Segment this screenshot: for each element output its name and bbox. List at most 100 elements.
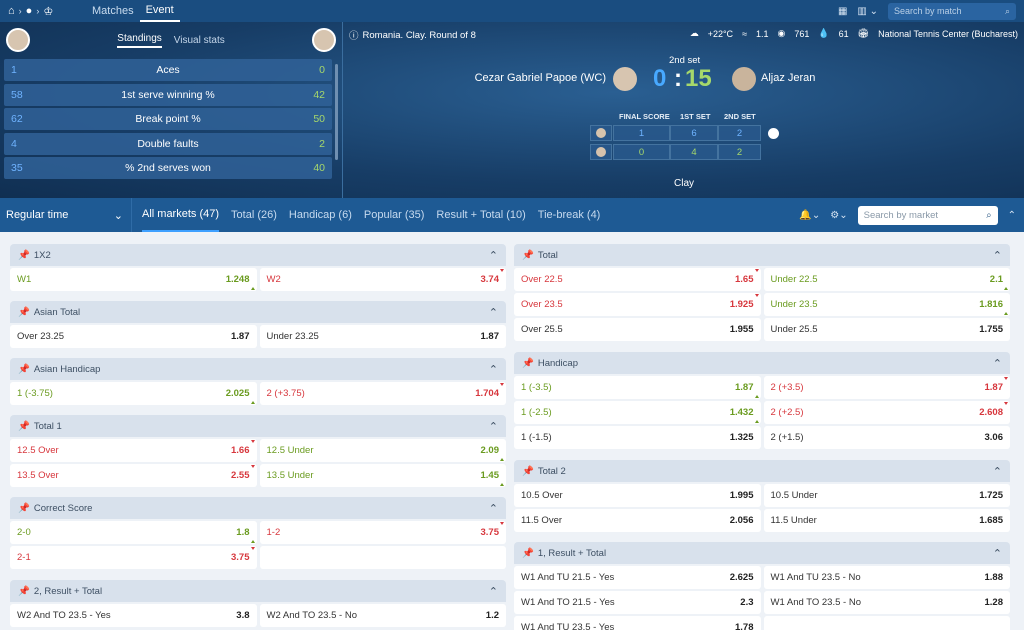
market-header[interactable]: 📌 Asian Handicap ⌃ (10, 358, 506, 380)
chevron-up-icon[interactable]: ⌃ (489, 420, 498, 433)
pin-icon[interactable]: 📌 (522, 548, 534, 559)
odds-label: W2 And TO 23.5 - Yes (17, 610, 111, 621)
market-header[interactable]: 📌 2, Result + Total ⌃ (10, 580, 506, 602)
pin-icon[interactable]: 📌 (522, 250, 534, 261)
odds-button[interactable]: W2 And TO 23.5 - Yes 3.8 (10, 604, 257, 627)
pin-icon[interactable]: 📌 (522, 358, 534, 369)
pin-icon[interactable]: 📌 (18, 364, 30, 375)
chevron-up-icon[interactable]: ⌃ (993, 357, 1002, 370)
chart-dropdown-icon[interactable]: ▥ ⌄ (857, 6, 878, 17)
trophy-icon[interactable]: ♔ (43, 5, 53, 18)
player2-name[interactable]: Aljaz Jeran (761, 72, 815, 84)
notifications-bell-icon[interactable]: 🔔⌄ (799, 210, 820, 221)
pin-icon[interactable]: 📌 (18, 421, 30, 432)
market-header[interactable]: 📌 Handicap ⌃ (514, 352, 1010, 374)
tab-tie-break[interactable]: Tie-break (4) (538, 198, 601, 232)
odds-button[interactable]: W2 3.74 (259, 268, 506, 291)
odds-cell-empty (763, 616, 1010, 630)
tab-matches[interactable]: Matches (86, 0, 140, 22)
odds-button[interactable]: 2-1 3.75 (10, 546, 257, 569)
market-header[interactable]: 📌 Total 2 ⌃ (514, 460, 1010, 482)
tab-visual-stats[interactable]: Visual stats (174, 35, 225, 46)
odds-value: 1.78 (735, 622, 754, 630)
odds-button[interactable]: 1-2 3.75 (259, 521, 506, 544)
odds-button[interactable]: 2-0 1.8 (10, 521, 257, 544)
odds-button[interactable]: 13.5 Over 2.55 (10, 464, 257, 487)
odds-button[interactable]: 2 (+2.5) 2.608 (763, 401, 1010, 424)
chevron-up-icon[interactable]: ⌃ (489, 502, 498, 515)
odds-button[interactable]: Over 23.25 1.87 (10, 325, 257, 348)
odds-button[interactable]: 2 (+3.5) 1.87 (763, 376, 1010, 399)
tab-total[interactable]: Total (26) (231, 198, 277, 232)
market-header[interactable]: 📌 Asian Total ⌃ (10, 301, 506, 323)
odds-button[interactable]: 2 (+3.75) 1.704 (259, 382, 506, 405)
odds-button[interactable]: 11.5 Under 1.685 (763, 509, 1010, 532)
sport-ball-icon[interactable]: ● (26, 5, 33, 17)
odds-button[interactable]: W1 And TO 23.5 - No 1.28 (763, 591, 1010, 614)
pin-icon[interactable]: 📌 (18, 503, 30, 514)
chevron-up-icon[interactable]: ⌃ (993, 249, 1002, 262)
tab-standings[interactable]: Standings (117, 33, 162, 48)
odds-button[interactable]: W1 1.248 (10, 268, 257, 291)
odds-value: 1.87 (735, 382, 754, 393)
search-icon[interactable]: ⌕ (986, 210, 991, 221)
pin-icon[interactable]: 📌 (18, 250, 30, 261)
odds-button[interactable]: 12.5 Over 1.66 (10, 439, 257, 462)
odds-button[interactable]: 1 (-2.5) 1.432 (514, 401, 761, 424)
pin-icon[interactable]: 📌 (522, 466, 534, 477)
stats-scrollbar[interactable] (335, 64, 338, 160)
odds-button[interactable]: W2 And TO 23.5 - No 1.2 (259, 604, 506, 627)
market-header[interactable]: 📌 Correct Score ⌃ (10, 497, 506, 519)
chevron-up-icon[interactable]: ⌃ (489, 363, 498, 376)
odds-button[interactable]: 10.5 Over 1.995 (514, 484, 761, 507)
odds-button[interactable]: 2 (+1.5) 3.06 (763, 426, 1010, 449)
odds-button[interactable]: 1 (-3.5) 1.87 (514, 376, 761, 399)
market-search-input[interactable]: Search by market ⌕ (857, 205, 998, 225)
market-header[interactable]: 📌 1, Result + Total ⌃ (514, 542, 1010, 564)
pin-icon[interactable]: 📌 (18, 586, 30, 597)
odds-button[interactable]: 13.5 Under 1.45 (259, 464, 506, 487)
odds-button[interactable]: 10.5 Under 1.725 (763, 484, 1010, 507)
odds-button[interactable]: 12.5 Under 2.09 (259, 439, 506, 462)
tab-result-total[interactable]: Result + Total (10) (436, 198, 525, 232)
odds-button[interactable]: Over 25.5 1.955 (514, 318, 761, 341)
pin-icon[interactable]: 📌 (18, 307, 30, 318)
odds-button[interactable]: Under 22.5 2.1 (763, 268, 1010, 291)
home-icon[interactable]: ⌂ (8, 5, 15, 17)
odds-button[interactable]: Under 23.25 1.87 (259, 325, 506, 348)
chevron-up-icon[interactable]: ⌃ (993, 465, 1002, 478)
humidity-icon: 💧 (818, 28, 830, 38)
odds-button[interactable]: W1 And TU 21.5 - Yes 2.625 (514, 566, 761, 589)
odds-button[interactable]: 11.5 Over 2.056 (514, 509, 761, 532)
player2-avatar (312, 28, 336, 52)
chevron-up-icon[interactable]: ⌃ (489, 249, 498, 262)
tab-event[interactable]: Event (139, 0, 180, 22)
field-view-icon[interactable]: ▦ (838, 6, 847, 17)
tab-handicap[interactable]: Handicap (6) (289, 198, 352, 232)
tab-popular[interactable]: Popular (35) (364, 198, 425, 232)
market-header[interactable]: 📌 Total 1 ⌃ (10, 415, 506, 437)
market-header[interactable]: 📌 1X2 ⌃ (10, 244, 506, 266)
market-header[interactable]: 📌 Total ⌃ (514, 244, 1010, 266)
odds-button[interactable]: Under 25.5 1.755 (763, 318, 1010, 341)
odds-button[interactable]: Over 22.5 1.65 (514, 268, 761, 291)
match-search-input[interactable]: Search by match ⌕ (888, 2, 1016, 20)
player1-name[interactable]: Cezar Gabriel Papoe (WC) (475, 72, 606, 84)
chevron-up-icon[interactable]: ⌃ (489, 585, 498, 598)
odds-button[interactable]: W1 And TO 21.5 - Yes 2.3 (514, 591, 761, 614)
chevron-up-icon[interactable]: ⌃ (489, 306, 498, 319)
period-select[interactable]: Regular time ⌄ (0, 198, 132, 232)
settings-gear-icon[interactable]: ⚙⌄ (830, 210, 847, 221)
search-icon[interactable]: ⌕ (1005, 6, 1010, 17)
odds-button[interactable]: 1 (-3.75) 2.025 (10, 382, 257, 405)
odds-button[interactable]: Under 23.5 1.816 (763, 293, 1010, 316)
odds-button[interactable]: Over 23.5 1.925 (514, 293, 761, 316)
odds-button[interactable]: W1 And TU 23.5 - No 1.88 (763, 566, 1010, 589)
odds-button[interactable]: W1 And TU 23.5 - Yes 1.78 (514, 616, 761, 630)
chevron-up-icon[interactable]: ⌃ (993, 547, 1002, 560)
collapse-all-icon[interactable]: ⌃ (1008, 210, 1016, 221)
tab-all-markets[interactable]: All markets (47) (142, 198, 220, 232)
odds-value: 3.75 (480, 527, 500, 538)
odds-button[interactable]: 1 (-1.5) 1.325 (514, 426, 761, 449)
odds-value: 1.955 (729, 324, 754, 335)
